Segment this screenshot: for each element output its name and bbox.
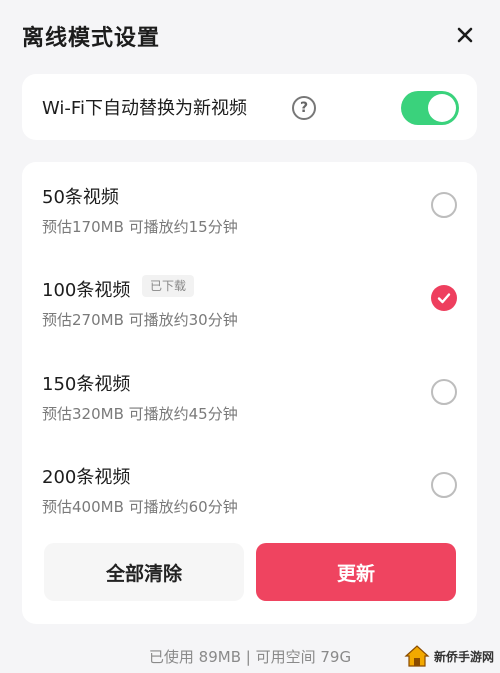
option-100-videos[interactable]: 100条视频 已下载 预估270MB 可播放约30分钟 [22,255,477,345]
help-icon[interactable]: ? [292,96,316,120]
watermark-logo: 新侨手游网 [404,642,494,670]
radio-button-selected[interactable] [431,285,457,311]
radio-button[interactable] [431,379,457,405]
option-description: 预估400MB 可播放约60分钟 [42,498,238,516]
close-button[interactable] [450,20,480,50]
option-name: 200条视频 [42,467,131,488]
radio-button[interactable] [431,472,457,498]
toggle-knob [428,94,456,122]
option-200-videos[interactable]: 200条视频 预估400MB 可播放约60分钟 [22,442,477,532]
option-description: 预估270MB 可播放约30分钟 [42,311,238,329]
checkmark-icon [437,293,451,304]
house-logo-icon [404,645,430,667]
option-50-videos[interactable]: 50条视频 预估170MB 可播放约15分钟 [22,162,477,252]
wifi-auto-replace-label: Wi-Fi下自动替换为新视频 [42,98,247,119]
update-button[interactable]: 更新 [256,543,456,601]
wifi-setting-card: Wi-Fi下自动替换为新视频 ? [22,74,477,140]
clear-all-button[interactable]: 全部清除 [44,543,244,601]
wifi-auto-replace-toggle[interactable] [401,91,459,125]
download-options-card: 50条视频 预估170MB 可播放约15分钟 100条视频 已下载 预估270M… [22,162,477,624]
option-description: 预估170MB 可播放约15分钟 [42,218,238,236]
close-icon [457,27,473,43]
radio-button[interactable] [431,192,457,218]
header: 离线模式设置 [0,0,500,72]
page-title: 离线模式设置 [22,26,161,51]
option-name: 150条视频 [42,374,131,395]
option-name: 50条视频 [42,187,119,208]
watermark-text: 新侨手游网 [433,649,494,664]
downloaded-badge: 已下载 [142,275,195,297]
option-150-videos[interactable]: 150条视频 预估320MB 可播放约45分钟 [22,349,477,439]
option-description: 预估320MB 可播放约45分钟 [42,405,238,423]
option-name: 100条视频 [42,280,131,301]
